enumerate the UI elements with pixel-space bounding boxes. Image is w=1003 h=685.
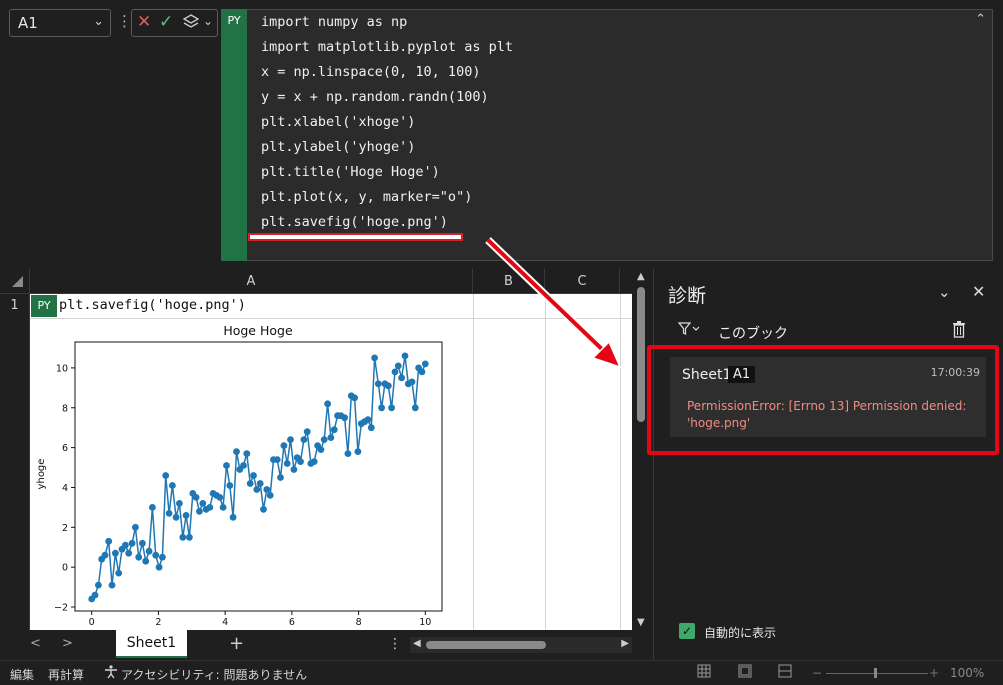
status-bar: 編集 再計算 アクセシビリティ: 問題ありません − + 100% [0, 660, 1003, 685]
zoom-slider[interactable] [826, 673, 928, 674]
accessibility-icon [104, 665, 118, 682]
zoom-slider-thumb[interactable] [874, 668, 877, 678]
mode-status: 編集 [10, 668, 35, 682]
page-break-icon[interactable] [778, 664, 792, 681]
accessibility-status[interactable]: アクセシビリティ: 問題ありません [121, 666, 307, 683]
excel-window: A1 ⌄ ⋮ ✕ ✓ ⌄ PY import numpy as np impor… [0, 0, 1003, 685]
annotation-arrow [485, 237, 622, 369]
recalc-button[interactable]: 再計算 [48, 666, 84, 683]
normal-view-icon[interactable] [697, 664, 711, 681]
zoom-in-icon[interactable]: + [929, 666, 939, 680]
zoom-level[interactable]: 100% [950, 666, 984, 680]
zoom-out-icon[interactable]: − [812, 666, 822, 680]
page-layout-icon[interactable] [738, 664, 752, 681]
